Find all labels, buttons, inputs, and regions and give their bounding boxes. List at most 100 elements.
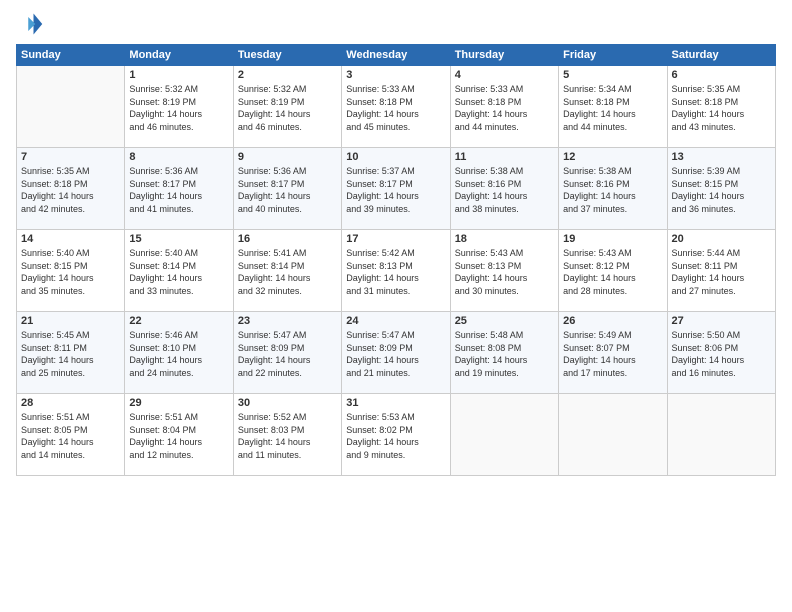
calendar-cell: 21 Sunrise: 5:45 AM Sunset: 8:11 PM Dayli… — [17, 312, 125, 394]
day-number: 11 — [455, 151, 554, 163]
calendar-week-5: 28Sunrise: 5:51 AM Sunset: 8:05 PM Dayli… — [17, 394, 776, 476]
day-info: Sunrise: 5:47 AM Sunset: 8:09 PM Dayligh… — [346, 329, 445, 379]
day-info: Sunrise: 5:46 AM Sunset: 8:10 PM Dayligh… — [129, 329, 228, 379]
day-info: Sunrise: 5:49 AM Sunset: 8:07 PM Dayligh… — [563, 329, 662, 379]
calendar-cell: 26 Sunrise: 5:49 AM Sunset: 8:07 PM Dayli… — [559, 312, 667, 394]
calendar-cell: 10 Sunrise: 5:37 AM Sunset: 8:17 PM Dayli… — [342, 148, 450, 230]
calendar-cell: 1 Sunrise: 5:32 AM Sunset: 8:19 PM Daylig… — [125, 66, 233, 148]
calendar-cell: 12 Sunrise: 5:38 AM Sunset: 8:16 PM Dayli… — [559, 148, 667, 230]
calendar-table: SundayMondayTuesdayWednesdayThursdayFrid… — [16, 44, 776, 476]
day-number: 21 — [21, 315, 120, 327]
day-info: Sunrise: 5:37 AM Sunset: 8:17 PM Dayligh… — [346, 165, 445, 215]
calendar-cell: 13 Sunrise: 5:39 AM Sunset: 8:15 PM Dayli… — [667, 148, 775, 230]
calendar-cell — [667, 394, 775, 476]
calendar-cell: 28Sunrise: 5:51 AM Sunset: 8:05 PM Dayli… — [17, 394, 125, 476]
day-info: Sunrise: 5:38 AM Sunset: 8:16 PM Dayligh… — [455, 165, 554, 215]
day-info: Sunrise: 5:43 AM Sunset: 8:12 PM Dayligh… — [563, 247, 662, 297]
day-number: 7 — [21, 151, 120, 163]
day-number: 27 — [672, 315, 771, 327]
day-info: Sunrise: 5:35 AM Sunset: 8:18 PM Dayligh… — [21, 165, 120, 215]
calendar-cell: 31 Sunrise: 5:53 AM Sunset: 8:02 PM Dayli… — [342, 394, 450, 476]
day-number: 31 — [346, 397, 445, 409]
day-info: Sunrise: 5:52 AM Sunset: 8:03 PM Dayligh… — [238, 411, 337, 461]
day-info: Sunrise: 5:43 AM Sunset: 8:13 PM Dayligh… — [455, 247, 554, 297]
calendar-cell: 6 Sunrise: 5:35 AM Sunset: 8:18 PM Daylig… — [667, 66, 775, 148]
calendar-cell: 7 Sunrise: 5:35 AM Sunset: 8:18 PM Daylig… — [17, 148, 125, 230]
day-info: Sunrise: 5:45 AM Sunset: 8:11 PM Dayligh… — [21, 329, 120, 379]
calendar-cell: 3 Sunrise: 5:33 AM Sunset: 8:18 PM Daylig… — [342, 66, 450, 148]
day-number: 3 — [346, 69, 445, 81]
calendar-week-1: 1 Sunrise: 5:32 AM Sunset: 8:19 PM Daylig… — [17, 66, 776, 148]
calendar-cell — [559, 394, 667, 476]
weekday-header-thursday: Thursday — [450, 45, 558, 66]
day-number: 12 — [563, 151, 662, 163]
logo — [16, 10, 48, 38]
calendar-cell: 17 Sunrise: 5:42 AM Sunset: 8:13 PM Dayli… — [342, 230, 450, 312]
calendar-cell: 18 Sunrise: 5:43 AM Sunset: 8:13 PM Dayli… — [450, 230, 558, 312]
calendar-cell: 20Sunrise: 5:44 AM Sunset: 8:11 PM Dayli… — [667, 230, 775, 312]
day-number: 19 — [563, 233, 662, 245]
day-number: 14 — [21, 233, 120, 245]
logo-icon — [16, 10, 44, 38]
calendar-cell: 14Sunrise: 5:40 AM Sunset: 8:15 PM Dayli… — [17, 230, 125, 312]
calendar-cell: 2 Sunrise: 5:32 AM Sunset: 8:19 PM Daylig… — [233, 66, 341, 148]
weekday-header-wednesday: Wednesday — [342, 45, 450, 66]
calendar-cell: 11 Sunrise: 5:38 AM Sunset: 8:16 PM Dayli… — [450, 148, 558, 230]
day-number: 26 — [563, 315, 662, 327]
day-info: Sunrise: 5:40 AM Sunset: 8:14 PM Dayligh… — [129, 247, 228, 297]
day-info: Sunrise: 5:33 AM Sunset: 8:18 PM Dayligh… — [346, 83, 445, 133]
day-number: 10 — [346, 151, 445, 163]
weekday-header-sunday: Sunday — [17, 45, 125, 66]
calendar-cell: 23Sunrise: 5:47 AM Sunset: 8:09 PM Dayli… — [233, 312, 341, 394]
page: SundayMondayTuesdayWednesdayThursdayFrid… — [0, 0, 792, 612]
day-number: 8 — [129, 151, 228, 163]
calendar-cell: 4 Sunrise: 5:33 AM Sunset: 8:18 PM Daylig… — [450, 66, 558, 148]
day-info: Sunrise: 5:42 AM Sunset: 8:13 PM Dayligh… — [346, 247, 445, 297]
day-info: Sunrise: 5:44 AM Sunset: 8:11 PM Dayligh… — [672, 247, 771, 297]
day-info: Sunrise: 5:35 AM Sunset: 8:18 PM Dayligh… — [672, 83, 771, 133]
day-info: Sunrise: 5:39 AM Sunset: 8:15 PM Dayligh… — [672, 165, 771, 215]
day-number: 17 — [346, 233, 445, 245]
calendar-cell: 5 Sunrise: 5:34 AM Sunset: 8:18 PM Daylig… — [559, 66, 667, 148]
day-number: 5 — [563, 69, 662, 81]
day-info: Sunrise: 5:38 AM Sunset: 8:16 PM Dayligh… — [563, 165, 662, 215]
day-info: Sunrise: 5:50 AM Sunset: 8:06 PM Dayligh… — [672, 329, 771, 379]
day-info: Sunrise: 5:48 AM Sunset: 8:08 PM Dayligh… — [455, 329, 554, 379]
calendar-cell: 9Sunrise: 5:36 AM Sunset: 8:17 PM Daylig… — [233, 148, 341, 230]
day-info: Sunrise: 5:53 AM Sunset: 8:02 PM Dayligh… — [346, 411, 445, 461]
calendar-cell: 30 Sunrise: 5:52 AM Sunset: 8:03 PM Dayli… — [233, 394, 341, 476]
calendar-header-row: SundayMondayTuesdayWednesdayThursdayFrid… — [17, 45, 776, 66]
day-number: 16 — [238, 233, 337, 245]
day-info: Sunrise: 5:36 AM Sunset: 8:17 PM Dayligh… — [238, 165, 337, 215]
day-number: 4 — [455, 69, 554, 81]
day-number: 24 — [346, 315, 445, 327]
day-info: Sunrise: 5:51 AM Sunset: 8:04 PM Dayligh… — [129, 411, 228, 461]
calendar-cell: 29 Sunrise: 5:51 AM Sunset: 8:04 PM Dayli… — [125, 394, 233, 476]
day-number: 15 — [129, 233, 228, 245]
day-info: Sunrise: 5:32 AM Sunset: 8:19 PM Dayligh… — [238, 83, 337, 133]
day-number: 13 — [672, 151, 771, 163]
day-info: Sunrise: 5:47 AM Sunset: 8:09 PM Dayligh… — [238, 329, 337, 379]
calendar-cell: 8 Sunrise: 5:36 AM Sunset: 8:17 PM Daylig… — [125, 148, 233, 230]
day-number: 18 — [455, 233, 554, 245]
day-info: Sunrise: 5:33 AM Sunset: 8:18 PM Dayligh… — [455, 83, 554, 133]
calendar-week-4: 21 Sunrise: 5:45 AM Sunset: 8:11 PM Dayli… — [17, 312, 776, 394]
weekday-header-tuesday: Tuesday — [233, 45, 341, 66]
day-info: Sunrise: 5:51 AM Sunset: 8:05 PM Dayligh… — [21, 411, 120, 461]
calendar-cell: 19 Sunrise: 5:43 AM Sunset: 8:12 PM Dayli… — [559, 230, 667, 312]
day-number: 6 — [672, 69, 771, 81]
day-info: Sunrise: 5:41 AM Sunset: 8:14 PM Dayligh… — [238, 247, 337, 297]
calendar-week-3: 14Sunrise: 5:40 AM Sunset: 8:15 PM Dayli… — [17, 230, 776, 312]
weekday-header-monday: Monday — [125, 45, 233, 66]
calendar-cell: 22Sunrise: 5:46 AM Sunset: 8:10 PM Dayli… — [125, 312, 233, 394]
calendar-cell: 25Sunrise: 5:48 AM Sunset: 8:08 PM Dayli… — [450, 312, 558, 394]
day-number: 30 — [238, 397, 337, 409]
day-number: 1 — [129, 69, 228, 81]
day-number: 2 — [238, 69, 337, 81]
day-info: Sunrise: 5:36 AM Sunset: 8:17 PM Dayligh… — [129, 165, 228, 215]
calendar-cell: 15 Sunrise: 5:40 AM Sunset: 8:14 PM Dayli… — [125, 230, 233, 312]
day-number: 29 — [129, 397, 228, 409]
day-info: Sunrise: 5:34 AM Sunset: 8:18 PM Dayligh… — [563, 83, 662, 133]
day-info: Sunrise: 5:32 AM Sunset: 8:19 PM Dayligh… — [129, 83, 228, 133]
calendar-cell: 16 Sunrise: 5:41 AM Sunset: 8:14 PM Dayli… — [233, 230, 341, 312]
